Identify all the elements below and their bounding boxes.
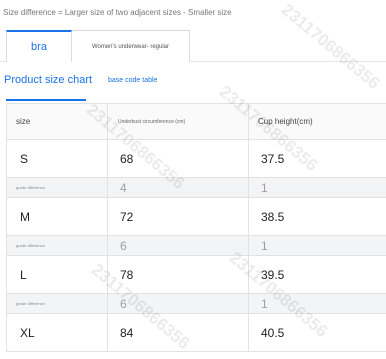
- tab-womens-underwear-label: Women's underwear- regular: [91, 43, 170, 50]
- grade-difference-label: grade difference: [6, 235, 108, 256]
- cup-height-cell: 40.5: [248, 313, 386, 352]
- tab-product-size-chart[interactable]: Product size chart: [4, 74, 92, 86]
- table-row: L 78 39.5: [6, 255, 386, 294]
- tab-bra-label: bra: [31, 41, 47, 53]
- size-cell: L: [6, 255, 108, 294]
- cup-height-cell: 38.5: [248, 197, 386, 236]
- tab-base-code-table[interactable]: base code table: [108, 77, 157, 84]
- table-row: S 68 37.5: [6, 139, 386, 178]
- size-difference-note: Size difference = Larger size of two adj…: [3, 8, 232, 17]
- column-header-size: size: [6, 103, 108, 140]
- cup-height-cell: 39.5: [248, 255, 386, 294]
- column-header-cup-height: Cup height(cm): [248, 103, 386, 140]
- grade-difference-row: grade difference 4 1: [6, 177, 386, 198]
- table-header-row: size Underbust circumference (cm) Cup he…: [6, 103, 386, 140]
- cup-height-difference-cell: 1: [248, 293, 386, 314]
- column-header-underbust: Underbust circumference (cm): [107, 103, 249, 140]
- underbust-cell: 78: [107, 255, 249, 294]
- category-tab-bar: bra Women's underwear- regular: [0, 30, 386, 62]
- tab-womens-underwear-regular[interactable]: Women's underwear- regular: [71, 30, 190, 62]
- size-cell: S: [6, 139, 108, 178]
- grade-difference-row: grade difference 6 1: [6, 235, 386, 256]
- cup-height-cell: 37.5: [248, 139, 386, 178]
- cup-height-difference-cell: 1: [248, 235, 386, 256]
- grade-difference-row: grade difference 6 1: [6, 293, 386, 314]
- grade-difference-label: grade difference: [6, 177, 108, 198]
- underbust-difference-cell: 4: [107, 177, 249, 198]
- size-table: size Underbust circumference (cm) Cup he…: [6, 103, 386, 352]
- size-cell: XL: [6, 313, 108, 352]
- tab-bra[interactable]: bra: [6, 30, 72, 62]
- underbust-cell: 72: [107, 197, 249, 236]
- size-chart-sub-tabs: Product size chart base code table: [0, 68, 386, 102]
- size-chart-page: Size difference = Larger size of two adj…: [0, 0, 386, 359]
- underbust-difference-cell: 6: [107, 235, 249, 256]
- grade-difference-label: grade difference: [6, 293, 108, 314]
- table-row: M 72 38.5: [6, 197, 386, 236]
- active-sub-tab-indicator: [6, 99, 86, 101]
- underbust-cell: 68: [107, 139, 249, 178]
- underbust-cell: 84: [107, 313, 249, 352]
- underbust-difference-cell: 6: [107, 293, 249, 314]
- table-row: XL 84 40.5: [6, 313, 386, 352]
- size-cell: M: [6, 197, 108, 236]
- cup-height-difference-cell: 1: [248, 177, 386, 198]
